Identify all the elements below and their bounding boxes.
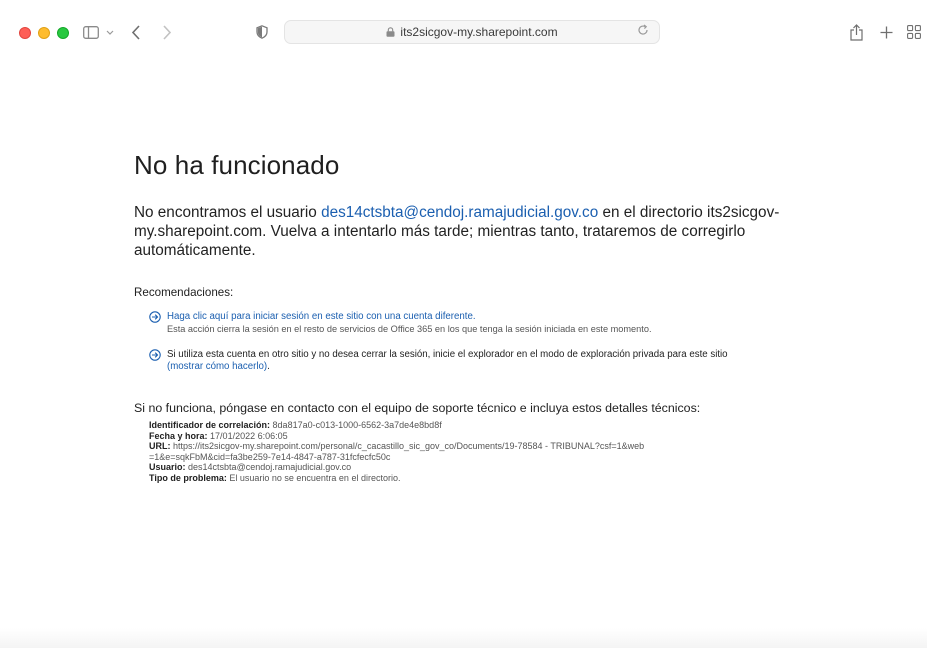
arrow-circle-icon — [149, 311, 161, 323]
detail-label: Tipo de problema: — [149, 472, 227, 483]
detail-value: https://its2sicgov-my.sharepoint.com/per… — [149, 441, 645, 462]
show-how-link[interactable]: (mostrar cómo hacerlo) — [167, 361, 267, 372]
shield-icon[interactable] — [255, 22, 269, 42]
share-icon[interactable] — [848, 22, 864, 42]
chevron-left-icon[interactable] — [128, 22, 142, 42]
detail-label: URL: — [149, 441, 171, 452]
zoom-window-button[interactable] — [57, 27, 69, 39]
detail-value: 8da817a0-c013-1000-6562-3a7de4e8bd8f — [272, 420, 442, 430]
tab-overview-icon[interactable] — [906, 22, 922, 42]
minimize-window-button[interactable] — [38, 27, 50, 39]
message-text-before: No encontramos el usuario — [134, 204, 322, 221]
recommendations-title: Recomendaciones: — [134, 286, 234, 299]
detail-label: Fecha y hora: — [149, 430, 208, 441]
error-content: No ha funcionado No encontramos el usuar… — [134, 150, 814, 484]
close-window-button[interactable] — [19, 27, 31, 39]
recommendation-note: Esta acción cierra la sesión en el resto… — [167, 324, 652, 334]
sentence-end: . — [267, 361, 270, 372]
technical-details: Identificador de correlación: 8da817a0-c… — [149, 420, 814, 484]
detail-row: Tipo de problema: El usuario no se encue… — [149, 473, 814, 484]
detail-label: Identificador de correlación: — [149, 420, 271, 430]
recommendation-item: Haga clic aquí para iniciar sesión en es… — [149, 311, 814, 335]
detail-value: 17/01/2022 6:06:05 — [210, 430, 288, 441]
detail-value: El usuario no se encuentra en el directo… — [229, 472, 401, 483]
url-text: its2sicgov-my.sharepoint.com — [400, 25, 558, 39]
sidebar-icon[interactable] — [82, 22, 100, 42]
recommendation-item: Si utiliza esta cuenta en otro sitio y n… — [149, 349, 814, 373]
plus-icon[interactable] — [878, 22, 894, 42]
window-bottom-edge — [0, 628, 927, 648]
private-browsing-text: Si utiliza esta cuenta en otro sitio y n… — [167, 349, 728, 360]
detail-label: Usuario: — [149, 462, 186, 473]
detail-row: URL: https://its2sicgov-my.sharepoint.co… — [149, 441, 649, 462]
chevron-right-icon[interactable] — [160, 22, 174, 42]
address-bar[interactable]: its2sicgov-my.sharepoint.com — [284, 20, 660, 44]
chevron-down-icon[interactable] — [104, 22, 116, 42]
detail-value: des14ctsbta@cendoj.ramajudicial.gov.co — [188, 462, 352, 473]
arrow-circle-icon — [149, 349, 161, 361]
support-intro: Si no funciona, póngase en contacto con … — [134, 401, 701, 415]
sign-in-different-account-link[interactable]: Haga clic aquí para iniciar sesión en es… — [167, 311, 814, 323]
page-title: No ha funcionado — [134, 150, 340, 180]
detail-row: Usuario: des14ctsbta@cendoj.ramajudicial… — [149, 462, 814, 473]
user-email-link[interactable]: des14ctsbta@cendoj.ramajudicial.gov.co — [321, 204, 598, 221]
browser-toolbar: its2sicgov-my.sharepoint.com — [0, 0, 927, 58]
lock-icon — [386, 27, 395, 37]
error-message: No encontramos el usuario des14ctsbta@ce… — [134, 203, 814, 260]
reload-icon[interactable] — [637, 24, 649, 39]
detail-row: Fecha y hora: 17/01/2022 6:06:05 — [149, 431, 814, 442]
detail-row: Identificador de correlación: 8da817a0-c… — [149, 420, 814, 431]
